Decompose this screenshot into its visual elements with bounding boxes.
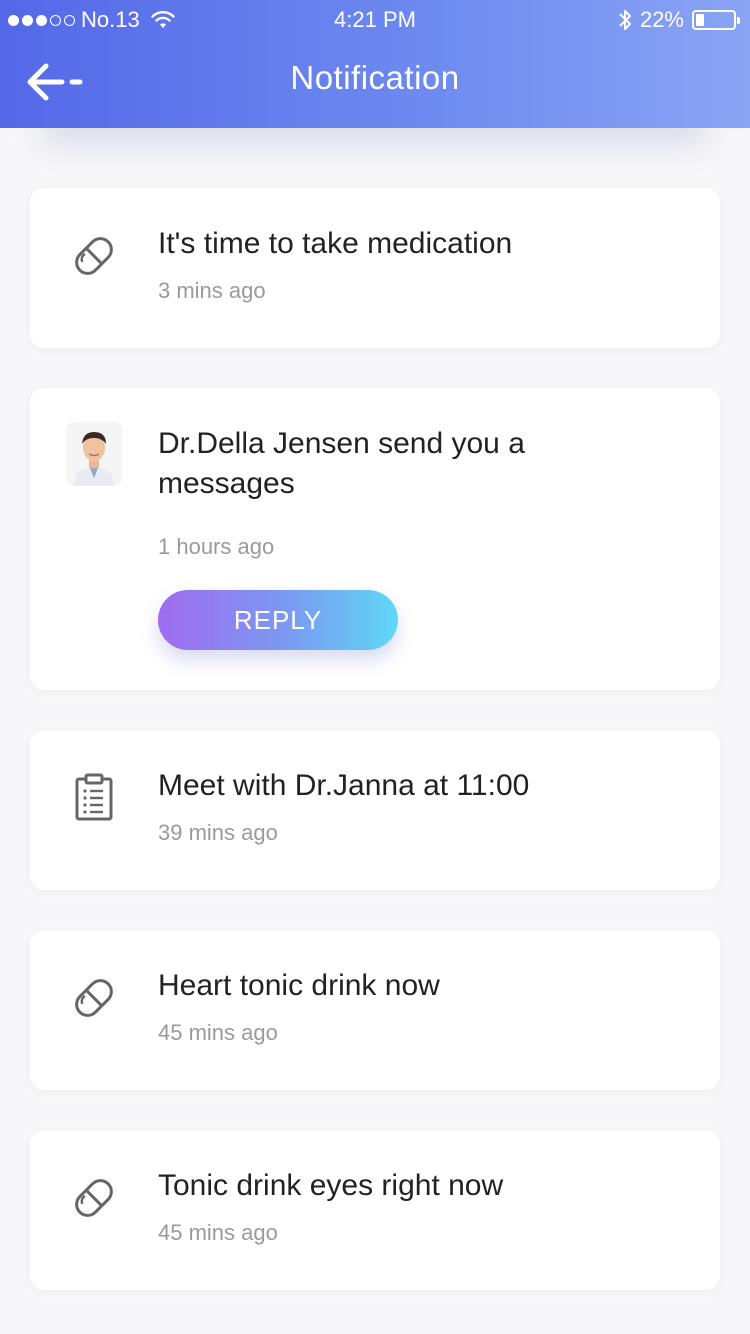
notification-card[interactable]: Tonic drink eyes right now 45 mins ago — [30, 1130, 720, 1290]
pill-icon — [66, 228, 122, 284]
pill-icon — [66, 970, 122, 1026]
notification-time: 45 mins ago — [158, 1220, 278, 1245]
notification-time: 1 hours ago — [158, 534, 275, 559]
avatar — [66, 422, 122, 486]
page-title: Notification — [290, 59, 460, 96]
app-header: No.13 4:21 PM 22% Notification — [0, 0, 750, 128]
notification-time: 3 mins ago — [158, 278, 266, 303]
notification-title: Heart tonic drink now — [158, 969, 440, 1002]
notification-title: It's time to take medication — [158, 227, 513, 260]
notification-time: 45 mins ago — [158, 1020, 278, 1045]
notification-card-message[interactable]: Dr.Della Jensen send you a messages 1 ho… — [30, 388, 720, 690]
bluetooth-icon — [619, 10, 631, 30]
notification-card[interactable]: It's time to take medication 3 mins ago — [30, 188, 720, 348]
battery-level — [696, 14, 704, 26]
notification-title: Tonic drink eyes right now — [158, 1169, 504, 1202]
notification-card[interactable]: Meet with Dr.Janna at 11:00 39 mins ago — [30, 730, 720, 890]
notification-card[interactable]: Heart tonic drink now 45 mins ago — [30, 930, 720, 1090]
notification-title: Meet with Dr.Janna at 11:00 — [158, 769, 530, 802]
reply-button[interactable]: REPLY — [158, 590, 398, 650]
status-right: 22% — [618, 0, 740, 40]
clipboard-icon — [66, 770, 122, 826]
doctor-avatar — [66, 422, 122, 486]
status-bar: No.13 4:21 PM 22% — [0, 0, 750, 40]
pill-icon — [66, 1170, 122, 1226]
notification-list: It's time to take medication 3 mins ago … — [30, 188, 720, 1330]
battery-icon — [692, 10, 740, 30]
navigation-bar: Notification — [0, 40, 750, 128]
notification-time: 39 mins ago — [158, 820, 278, 845]
battery-percent: 22% — [639, 7, 684, 32]
notification-title: Dr.Della Jensen send you a messages — [158, 427, 525, 500]
